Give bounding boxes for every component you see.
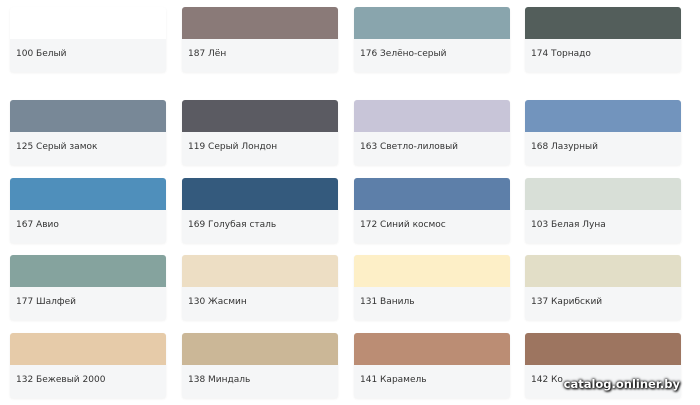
color-card-177[interactable]: 177 Шалфей: [10, 255, 166, 320]
color-card-131[interactable]: 131 Ваниль: [354, 255, 510, 320]
color-label-163: 163 Светло-лиловый: [360, 142, 459, 152]
color-swatch-103: [525, 178, 681, 210]
color-label-130: 130 Жасмин: [188, 297, 247, 307]
color-swatch-100: [10, 7, 166, 39]
color-swatch-125: [10, 100, 166, 132]
color-label-132: 132 Бежевый 2000: [16, 375, 106, 385]
color-card-163[interactable]: 163 Светло-лиловый: [354, 100, 510, 165]
color-label-176: 176 Зелёно-серый: [360, 49, 447, 59]
color-swatch-167: [10, 178, 166, 210]
color-card-138[interactable]: 138 Миндаль: [182, 333, 338, 398]
color-swatch-131: [354, 255, 510, 287]
color-label-142: 142 Ко: [531, 375, 563, 385]
color-label-177: 177 Шалфей: [16, 297, 77, 307]
color-swatch-137: [525, 255, 681, 287]
color-label-103: 103 Белая Луна: [531, 220, 606, 230]
color-card-100[interactable]: 100 Белый: [10, 7, 166, 72]
color-card-130[interactable]: 130 Жасмин: [182, 255, 338, 320]
color-card-132[interactable]: 132 Бежевый 2000: [10, 333, 166, 398]
color-card-172[interactable]: 172 Синий космос: [354, 178, 510, 243]
color-card-137[interactable]: 137 Карибский: [525, 255, 681, 320]
color-swatch-168: [525, 100, 681, 132]
color-swatch-174: [525, 7, 681, 39]
color-label-125: 125 Серый замок: [16, 142, 98, 152]
color-label-141: 141 Карамель: [360, 375, 427, 385]
color-card-187[interactable]: 187 Лён: [182, 7, 338, 72]
color-swatch-132: [10, 333, 166, 365]
color-swatch-141: [354, 333, 510, 365]
color-card-169[interactable]: 169 Голубая сталь: [182, 178, 338, 243]
color-label-168: 168 Лазурный: [531, 142, 598, 152]
color-swatch-119: [182, 100, 338, 132]
color-label-131: 131 Ваниль: [360, 297, 415, 307]
color-swatch-130: [182, 255, 338, 287]
color-label-187: 187 Лён: [188, 49, 227, 59]
color-swatch-187: [182, 7, 338, 39]
color-card-174[interactable]: 174 Торнадо: [525, 7, 681, 72]
color-swatch-176: [354, 7, 510, 39]
color-card-119[interactable]: 119 Серый Лондон: [182, 100, 338, 165]
color-label-172: 172 Синий космос: [360, 220, 446, 230]
color-card-167[interactable]: 167 Авио: [10, 178, 166, 243]
color-swatch-177: [10, 255, 166, 287]
watermark: catalog.onliner.by: [563, 377, 680, 391]
color-card-168[interactable]: 168 Лазурный: [525, 100, 681, 165]
color-label-100: 100 Белый: [16, 49, 67, 59]
color-swatch-138: [182, 333, 338, 365]
color-card-125[interactable]: 125 Серый замок: [10, 100, 166, 165]
color-label-167: 167 Авио: [16, 220, 59, 230]
color-label-169: 169 Голубая сталь: [188, 220, 277, 230]
color-label-119: 119 Серый Лондон: [188, 142, 278, 152]
color-card-176[interactable]: 176 Зелёно-серый: [354, 7, 510, 72]
color-swatch-169: [182, 178, 338, 210]
color-label-174: 174 Торнадо: [531, 49, 591, 59]
color-swatch-142: [525, 333, 681, 365]
color-swatch-172: [354, 178, 510, 210]
color-label-138: 138 Миндаль: [188, 375, 251, 385]
color-label-137: 137 Карибский: [531, 297, 603, 307]
color-swatch-163: [354, 100, 510, 132]
color-card-103[interactable]: 103 Белая Луна: [525, 178, 681, 243]
color-card-141[interactable]: 141 Карамель: [354, 333, 510, 398]
